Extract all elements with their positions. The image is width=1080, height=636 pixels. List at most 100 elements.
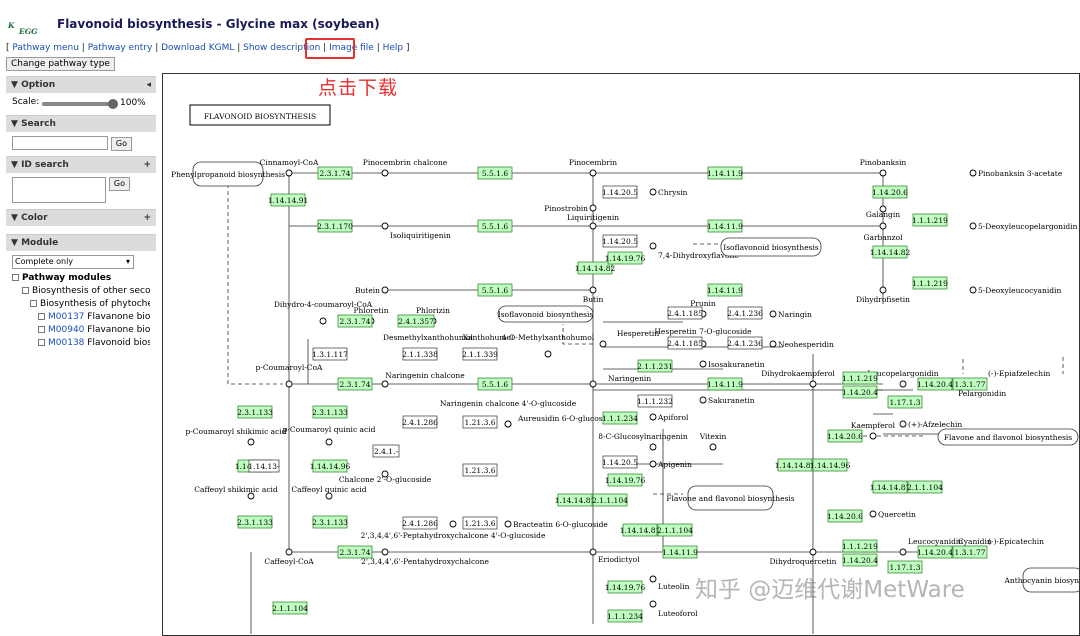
compound-node[interactable]: Pinobanksin 3-acetate xyxy=(969,169,1063,178)
enzyme-box[interactable]: 1.14.20.4 xyxy=(917,545,953,559)
enzyme-box[interactable]: 2.3.1.74 xyxy=(337,545,373,559)
enzyme-box[interactable]: 1.14.11.9 xyxy=(707,219,743,233)
tree-secondary-metabolites[interactable]: Biosynthesis of other secondary metaboli… xyxy=(12,285,150,298)
compound-node[interactable]: Caffeoyl shikimic acid xyxy=(194,485,278,500)
id-search-textarea[interactable] xyxy=(12,177,106,203)
compound-node[interactable]: Neohesperidin xyxy=(769,340,834,349)
enzyme-box[interactable]: 1.3.1.77 xyxy=(952,545,988,559)
enzyme-box[interactable]: 1.14.20.6 xyxy=(827,429,863,443)
enzyme-box[interactable]: 2.3.1.133 xyxy=(312,405,348,419)
kegg-logo[interactable]: K EGG xyxy=(7,10,51,40)
compound-node[interactable]: Quercetin xyxy=(869,510,916,519)
compound-node[interactable]: p-Coumaroyl quinic acid xyxy=(283,425,376,446)
compound-node[interactable]: Isosakuranetin xyxy=(699,360,765,369)
enzyme-box[interactable]: 1.1.1.219 xyxy=(912,213,948,227)
link-help[interactable]: Help xyxy=(383,43,404,53)
ortholog-box[interactable]: 2.4.1.236 xyxy=(727,306,763,320)
plus-icon[interactable]: + xyxy=(143,157,151,173)
module-id-link[interactable]: M00940 xyxy=(48,325,84,335)
module-id-link[interactable]: M00138 xyxy=(48,338,84,348)
search-go-button[interactable]: Go xyxy=(110,136,132,151)
link-pathway-entry[interactable]: Pathway entry xyxy=(88,43,153,53)
link-pathway-menu[interactable]: Pathway menu xyxy=(12,43,79,53)
enzyme-box[interactable]: 1.1.1.219 xyxy=(912,276,948,290)
compound-node[interactable]: Naringin xyxy=(769,310,812,319)
map-link[interactable]: Isoflavonoid biosynthesis xyxy=(720,237,822,257)
ortholog-box[interactable]: 2.4.1.236 xyxy=(727,336,763,350)
compound-node[interactable]: Chrysin xyxy=(649,188,688,197)
module-section-header[interactable]: ▼ Module xyxy=(6,234,156,251)
id-search-section-header[interactable]: ▼ ID search + xyxy=(6,156,156,173)
checkbox[interactable] xyxy=(38,326,45,333)
enzyme-box[interactable]: 1.14.19.76 xyxy=(605,580,646,594)
enzyme-box[interactable]: 2.4.1.357 xyxy=(397,314,435,328)
enzyme-box[interactable]: 1.14.11.9 xyxy=(662,545,698,559)
enzyme-box[interactable]: 1.1.1.219 xyxy=(842,371,878,385)
compound-node[interactable]: Caffeoyl-CoA xyxy=(264,548,314,566)
enzyme-box[interactable]: 1.14.20.4 xyxy=(917,377,953,391)
map-link[interactable]: Anthocyanin biosynthesis xyxy=(1004,567,1080,593)
search-section-header[interactable]: ▼ Search xyxy=(6,115,156,132)
compound-node[interactable]: Eriodictyol xyxy=(589,548,640,564)
enzyme-box[interactable]: 1.14.14.96 xyxy=(810,458,851,472)
enzyme-box[interactable]: 2.1.1.104 xyxy=(592,493,628,507)
ortholog-box[interactable]: 1.1.1.232 xyxy=(637,394,673,408)
enzyme-box[interactable]: 2.1.1.104 xyxy=(907,480,943,494)
ortholog-box[interactable]: 1.14.20.5 xyxy=(602,185,638,199)
ortholog-box[interactable]: 2.4.1.185 xyxy=(667,336,703,350)
compound-node[interactable]: p-Coumaroyl shikimic acid xyxy=(185,427,287,446)
compound-node[interactable]: Vitexin xyxy=(699,432,727,451)
compound-node[interactable]: 4-O-Methylxanthohumol xyxy=(502,333,595,358)
enzyme-box[interactable]: 1.14.19.76 xyxy=(605,251,646,265)
tree-module-item[interactable]: M00137 Flavanone biosynthesis xyxy=(12,311,150,324)
enzyme-box[interactable]: 2.3.1.74 xyxy=(337,314,373,328)
compound-node[interactable]: Dihydroquercetin xyxy=(770,548,837,566)
tree-module-item[interactable]: M00138 Flavonoid biosynthesis xyxy=(12,337,150,350)
ortholog-box[interactable]: 2.4.1.286 xyxy=(402,415,438,429)
compound-node[interactable]: Apiforol xyxy=(649,413,689,422)
ortholog-box[interactable]: 1.3.1.117 xyxy=(312,347,348,361)
compound-node[interactable]: Hesperetin xyxy=(599,329,659,348)
enzyme-box[interactable]: 1.14.11.9 xyxy=(707,283,743,297)
ortholog-box[interactable]: 2.1.1.339 xyxy=(462,347,498,361)
enzyme-box[interactable]: 2.3.1.74 xyxy=(337,377,373,391)
tree-phytochemical[interactable]: Biosynthesis of phytochemical compounds xyxy=(12,298,150,311)
enzyme-box[interactable]: 1.1.1.234 xyxy=(607,609,643,623)
enzyme-box[interactable]: 2.3.1.133 xyxy=(237,515,273,529)
enzyme-box[interactable]: 1.14.11.9 xyxy=(707,377,743,391)
enzyme-box[interactable]: 2.1.1.231 xyxy=(637,359,673,373)
compound-node[interactable]: Liquiritigenin xyxy=(567,213,619,230)
enzyme-box[interactable]: 1.14.14.91 xyxy=(268,193,309,207)
ortholog-box[interactable]: 2.4.1.185 xyxy=(667,306,703,320)
ortholog-box[interactable]: 1.14.13- xyxy=(248,459,280,473)
enzyme-box[interactable]: 1.14.14.82 xyxy=(870,245,911,259)
enzyme-box[interactable]: 1.1.1.234 xyxy=(602,411,638,425)
enzyme-box[interactable]: 1.14.20.4 xyxy=(842,385,878,399)
ortholog-box[interactable]: 2.4.1.286 xyxy=(402,516,438,530)
enzyme-box[interactable]: 5.5.1.6 xyxy=(477,377,513,391)
ortholog-box[interactable]: 1.21.3.6 xyxy=(462,516,498,530)
enzyme-box[interactable]: 2.1.1.104 xyxy=(657,523,693,537)
compound-node[interactable]: Chalcone 2'-O-glucoside xyxy=(339,470,432,484)
enzyme-box[interactable]: 1.14.14.81 xyxy=(620,523,661,537)
map-link[interactable]: Flavone and flavonol biosynthesis xyxy=(666,485,795,511)
map-link[interactable]: Flavone and flavonol biosynthesis xyxy=(937,428,1079,446)
compound-node[interactable]: Apigenin xyxy=(649,460,692,469)
compound-node[interactable]: Caffeoyl quinic acid xyxy=(291,485,367,500)
compound-node[interactable]: 2',3,4,4',6'-Pentahydroxychalcone xyxy=(361,548,490,566)
scale-slider[interactable] xyxy=(42,99,118,109)
map-link[interactable]: Isoflavonoid biosynthesis xyxy=(497,305,594,323)
enzyme-box[interactable]: 1.1.1.219 xyxy=(842,539,878,553)
checkbox[interactable] xyxy=(30,300,37,307)
compound-node[interactable]: Naringenin xyxy=(589,374,651,388)
enzyme-box[interactable]: 1.14.20.6 xyxy=(827,509,863,523)
link-download-kgml[interactable]: Download KGML xyxy=(161,43,234,53)
collapse-icon[interactable]: ◂ xyxy=(146,77,151,93)
enzyme-box[interactable]: 2.3.1.133 xyxy=(312,515,348,529)
enzyme-box[interactable]: 5.5.1.6 xyxy=(477,283,513,297)
ortholog-box[interactable]: 1.14.20.5 xyxy=(602,234,638,248)
ortholog-box[interactable]: 1.21.3.6 xyxy=(462,415,498,429)
compound-node[interactable]: Aureusidin 6-O-glucoside xyxy=(504,414,615,428)
compound-node[interactable]: Butein xyxy=(355,286,389,295)
id-search-go-button[interactable]: Go xyxy=(108,177,130,191)
